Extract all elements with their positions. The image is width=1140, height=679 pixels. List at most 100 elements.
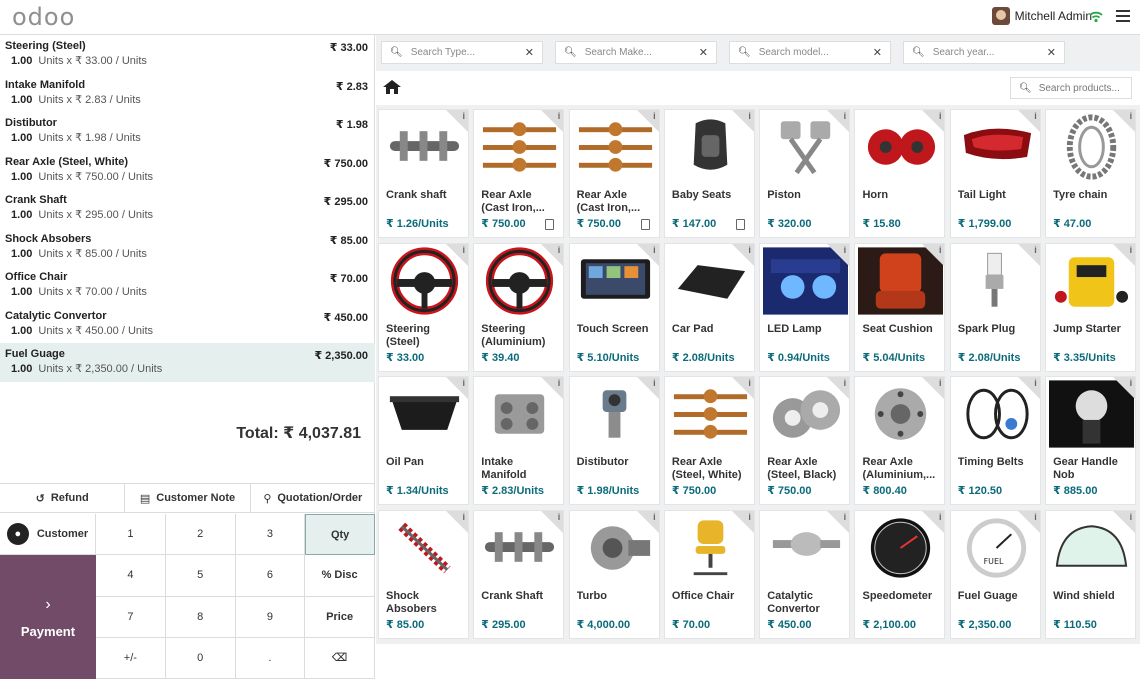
info-icon[interactable]: i — [1113, 243, 1136, 266]
order-line[interactable]: Fuel Guage ₹ 2,350.00 1.00 Units x ₹ 2,35… — [0, 343, 375, 382]
info-icon[interactable]: i — [922, 110, 945, 132]
info-icon[interactable]: i — [636, 243, 659, 266]
product-card[interactable]: i Rear Axle (Steel, Black) ₹ 750.00 — [759, 376, 851, 505]
product-card[interactable]: i Spark Plug ₹ 2.08/Units — [949, 242, 1041, 372]
info-icon[interactable]: i — [1113, 110, 1136, 132]
clear-icon[interactable]: ✕ — [873, 46, 882, 59]
info-icon[interactable]: i — [446, 243, 468, 266]
info-icon[interactable]: i — [922, 377, 945, 399]
info-icon[interactable]: i — [922, 243, 945, 266]
numpad-key[interactable]: 2 — [165, 514, 236, 556]
info-icon[interactable]: i — [446, 510, 468, 533]
mode-key-qty[interactable]: Qty — [305, 514, 375, 556]
info-icon[interactable]: i — [731, 243, 754, 266]
clear-icon[interactable]: ✕ — [1047, 46, 1056, 59]
hamburger-menu-icon[interactable] — [1116, 10, 1130, 24]
home-icon[interactable] — [382, 79, 402, 95]
numpad-key[interactable]: 4 — [96, 555, 166, 597]
product-card[interactable]: i Seat Cushion ₹ 5.04/Units — [854, 242, 946, 372]
info-icon[interactable]: i — [636, 110, 659, 132]
order-line[interactable]: Intake Manifold ₹ 2.83 1.00 Units x ₹ 2.8… — [0, 74, 375, 113]
info-icon[interactable]: i — [731, 377, 754, 399]
product-card[interactable]: i Touch Screen ₹ 5.10/Units — [568, 242, 660, 372]
payment-button[interactable]: › Payment — [0, 555, 96, 679]
product-card[interactable]: i Tail Light ₹ 1,799.00 — [949, 109, 1041, 238]
mode-key-price[interactable]: Price — [305, 596, 375, 638]
info-icon[interactable]: i — [1017, 243, 1040, 266]
order-line[interactable]: Shock Absobers ₹ 85.00 1.00 Units x ₹ 85.… — [0, 228, 375, 267]
product-card[interactable]: i Tyre chain ₹ 47.00 — [1045, 109, 1137, 238]
info-icon[interactable]: i — [1017, 377, 1040, 399]
order-line[interactable]: Rear Axle (Steel, White) ₹ 750.00 1.00 Un… — [0, 151, 375, 190]
product-card[interactable]: i Jump Starter ₹ 3.35/Units — [1045, 242, 1137, 372]
info-icon[interactable]: i — [541, 510, 564, 533]
product-card[interactable]: i Baby Seats ₹ 147.00 — [663, 109, 755, 238]
product-card[interactable]: i Steering (Steel) ₹ 33.00 — [378, 242, 469, 372]
customer-button[interactable]: ● Customer — [0, 514, 96, 555]
product-card[interactable]: i Crank shaft ₹ 1.26/Units — [378, 109, 469, 238]
order-line[interactable]: Distibutor ₹ 1.98 1.00 Units x ₹ 1.98 / U… — [0, 112, 375, 151]
product-card[interactable]: i Timing Belts ₹ 120.50 — [949, 376, 1041, 505]
info-icon[interactable]: i — [1113, 510, 1136, 533]
numpad-key[interactable]: 9 — [235, 596, 306, 638]
info-icon[interactable]: i — [827, 510, 850, 533]
info-icon[interactable]: i — [541, 243, 564, 266]
clear-icon[interactable]: ✕ — [699, 46, 708, 59]
product-card[interactable]: i Crank Shaft ₹ 295.00 — [473, 509, 565, 639]
product-card[interactable]: i Car Pad ₹ 2.08/Units — [663, 242, 755, 372]
order-line[interactable]: Steering (Steel) ₹ 33.00 1.00 Units x ₹ 3… — [0, 35, 375, 74]
numpad-key[interactable]: 1 — [96, 514, 166, 556]
product-card[interactable]: i Horn ₹ 15.80 — [854, 109, 946, 238]
product-card[interactable]: i Steering (Aluminium) ₹ 39.40 — [473, 242, 565, 372]
info-icon[interactable]: i — [827, 110, 850, 132]
search-type-input[interactable]: 🔍︎ Search Type... ✕ — [381, 41, 543, 64]
quotation-order-button[interactable]: ⚲ Quotation/Order — [251, 484, 375, 512]
info-icon[interactable]: i — [827, 377, 850, 399]
numpad-key[interactable]: 6 — [235, 555, 306, 597]
search-make-input[interactable]: 🔍︎ Search Make... ✕ — [555, 41, 717, 64]
mode-key-disc[interactable]: % Disc — [305, 555, 375, 597]
product-card[interactable]: i Rear Axle (Cast Iron,... ₹ 750.00 — [473, 109, 565, 238]
numpad-key[interactable]: 7 — [96, 596, 166, 638]
customer-note-button[interactable]: ▤ Customer Note — [125, 484, 251, 512]
product-card[interactable]: i LED Lamp ₹ 0.94/Units — [759, 242, 851, 372]
clear-icon[interactable]: ✕ — [525, 46, 534, 59]
info-icon[interactable]: i — [541, 377, 564, 399]
info-icon[interactable]: i — [922, 510, 945, 533]
info-icon[interactable]: i — [446, 110, 468, 132]
info-icon[interactable]: i — [731, 110, 754, 132]
product-card[interactable]: i Oil Pan ₹ 1.34/Units — [378, 376, 469, 505]
product-card[interactable]: i Gear Handle Nob ₹ 885.00 — [1045, 376, 1137, 505]
order-line[interactable]: Catalytic Convertor ₹ 450.00 1.00 Units x… — [0, 305, 375, 344]
info-icon[interactable]: i — [1017, 110, 1040, 132]
numpad-key[interactable]: 3 — [235, 514, 306, 556]
info-icon[interactable]: i — [731, 510, 754, 533]
numpad-key[interactable]: 8 — [165, 596, 236, 638]
info-icon[interactable]: i — [827, 243, 850, 266]
order-line[interactable]: Office Chair ₹ 70.00 1.00 Units x ₹ 70.00… — [0, 266, 375, 305]
product-card[interactable]: i Turbo ₹ 4,000.00 — [568, 509, 660, 639]
search-model-input[interactable]: 🔍︎ Search model... ✕ — [729, 41, 891, 64]
product-card[interactable]: i Distibutor ₹ 1.98/Units — [568, 376, 660, 505]
product-card[interactable]: i Speedometer ₹ 2,100.00 — [854, 509, 946, 639]
product-card[interactable]: i Wind shield ₹ 110.50 — [1045, 509, 1137, 639]
product-card[interactable]: i Rear Axle (Aluminium,... ₹ 800.40 — [854, 376, 946, 505]
info-icon[interactable]: i — [636, 377, 659, 399]
product-card[interactable]: i Rear Axle (Steel, White) ₹ 750.00 — [663, 376, 755, 505]
product-card[interactable]: i Catalytic Convertor ₹ 450.00 — [759, 509, 851, 639]
product-search-input[interactable]: 🔍︎ Search products... — [1010, 77, 1132, 99]
product-card[interactable]: i Shock Absobers ₹ 85.00 — [378, 509, 469, 639]
user-menu[interactable]: Mitchell Admin — [991, 7, 1092, 25]
order-line[interactable]: Crank Shaft ₹ 295.00 1.00 Units x ₹ 295.0… — [0, 189, 375, 228]
product-card[interactable]: i Intake Manifold ₹ 2.83/Units — [473, 376, 565, 505]
info-icon[interactable]: i — [446, 377, 468, 399]
product-card[interactable]: FUEL i Fuel Guage ₹ 2,350.00 — [949, 509, 1041, 639]
info-icon[interactable]: i — [636, 510, 659, 533]
info-icon[interactable]: i — [541, 110, 564, 132]
odoo-logo[interactable]: odoo — [12, 3, 75, 31]
refund-button[interactable]: ↺ Refund — [0, 484, 126, 512]
search-year-input[interactable]: 🔍︎ Search year... ✕ — [903, 41, 1065, 64]
numpad-key[interactable]: 5 — [165, 555, 236, 597]
product-card[interactable]: i Piston ₹ 320.00 — [759, 109, 851, 238]
info-icon[interactable]: i — [1113, 377, 1136, 399]
